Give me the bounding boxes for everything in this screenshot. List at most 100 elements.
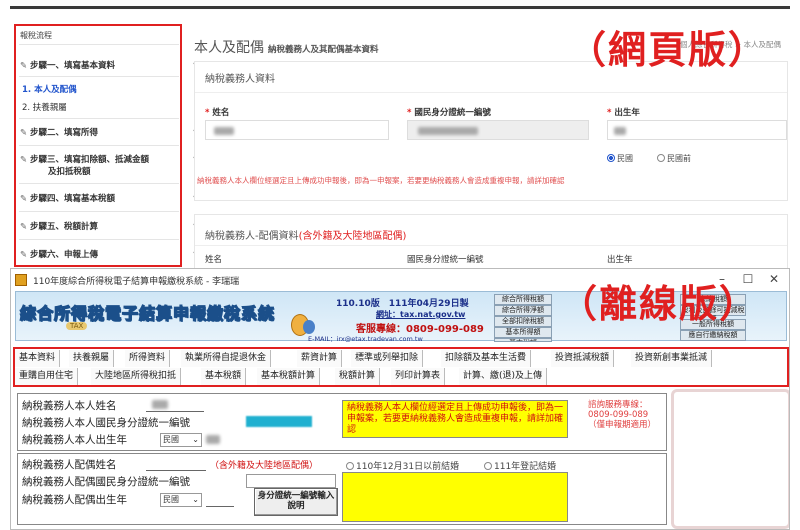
spouse-name-label: 納稅義務人配偶姓名 [22, 459, 117, 471]
name-input[interactable] [205, 120, 389, 140]
sidebar-item-label: 步驟六、申報上傳 [30, 250, 99, 260]
version-label: 110.10版 111年04月29日製 [336, 299, 469, 309]
marriage-after-radio[interactable]: 111年登記結婚 [484, 459, 556, 472]
era-roc-radio[interactable]: 民國 [607, 153, 633, 164]
wrench-icon: ✎ [20, 194, 28, 204]
redacted-value [614, 127, 626, 135]
warning-box: 納稅義務人本人欄位經選定且上傳成功申報後，即為一申報案，若要更納稅義務人會造成重… [342, 400, 568, 438]
wrench-icon: ✎ [20, 155, 28, 165]
tab-dependents[interactable]: 扶養親屬 [69, 350, 115, 367]
background-watermark [671, 389, 789, 529]
sidebar: 報稅流程 ✎步驟一、填寫基本資料‹ 1. 本人及配偶 2. 扶養親屬 ✎步驟二、… [14, 24, 196, 267]
email-label: E-MAIL：irx@etax.tradevan.com.tw [308, 335, 423, 343]
chevron-down-icon: ⌄ [192, 435, 199, 444]
redacted-value [152, 400, 168, 409]
id-input[interactable] [407, 120, 589, 140]
summary-button[interactable]: 綜合所得稅額 [494, 294, 552, 305]
divider [19, 183, 179, 184]
wrench-icon: ✎ [20, 250, 28, 260]
id-help-button[interactable]: 身分證統一編號輸入說明 [254, 488, 338, 516]
tab-startup-credit[interactable]: 投資新創事業抵減 [631, 350, 713, 367]
tab-housing[interactable]: 重購自用住宅 [15, 368, 79, 385]
sidebar-item-label: 步驟二、填寫所得 [30, 128, 99, 138]
tab-income[interactable]: 所得資料 [125, 350, 171, 367]
warning-text: 納稅義務人本人欄位經選定且上傳成功申報後，即為一申報案，若要更納稅義務人會造成重… [197, 176, 565, 185]
sidebar-item-label: 2. 扶養親屬 [22, 103, 67, 113]
radio-label: 民國 [617, 154, 633, 163]
page-title: 本人及配偶 納稅義務人及其配偶基本資料 [194, 37, 379, 57]
tab-mainland-credit[interactable]: 大陸地區所得稅扣抵 [91, 368, 182, 385]
summary-button[interactable]: 全部扣除稅額 [494, 316, 552, 327]
summary-button[interactable]: 應自行繳納稅額 [680, 330, 746, 341]
sidebar-item-self-spouse[interactable]: 1. 本人及配偶 [22, 83, 186, 95]
label-text: 姓名 [212, 108, 230, 118]
sidebar-title: 報稅流程 [20, 31, 52, 40]
tab-basic-living[interactable]: 扣除額及基本生活費 [441, 350, 532, 367]
sidebar-item-label: 1. 本人及配偶 [22, 85, 77, 95]
wrench-icon: ✎ [20, 128, 28, 138]
sidebar-item-step1[interactable]: ✎步驟一、填寫基本資料‹ [20, 59, 196, 71]
label-text: 國民身分證統一編號 [414, 108, 491, 118]
taxpayer-birth-label: 納稅義務人本人出生年 [22, 434, 127, 446]
service-number: 0809-099-089 [588, 410, 649, 420]
tab-pension[interactable]: 執業所得自提退休金 [181, 350, 272, 367]
era-pre-roc-radio[interactable]: 民國前 [657, 153, 691, 164]
summary-button[interactable]: 基本稅額 [494, 338, 552, 342]
sidebar-item-label: 步驟四、填寫基本稅額 [30, 194, 116, 204]
taxpayer-id-field[interactable] [246, 416, 312, 427]
tab-basic-tax[interactable]: 基本稅額 [201, 368, 247, 385]
chevron-down-icon: ⌄ [192, 495, 199, 504]
sidebar-item-step6[interactable]: ✎步驟六、申報上傳‹ [20, 248, 196, 260]
warning-text: 納稅義務人本人欄位經選定且上傳成功申報後，即為一申報案，若要更納稅義務人會造成重… [347, 403, 564, 435]
tab-bar: 基本資料 扶養親屬 所得資料 執業所得自提退休金 薪資計算 標準或列舉扣除 扣除… [13, 347, 789, 387]
taxpayer-id-label: 納稅義務人本人國民身分證統一編號 [22, 417, 190, 429]
redacted-value [418, 127, 478, 135]
sidebar-item-step5[interactable]: ✎步驟五、稅額計算‹ [20, 220, 196, 232]
tab-investment-credit[interactable]: 投資抵減稅額 [551, 350, 615, 367]
marriage-before-radio[interactable]: 110年12月31日以前結婚 [346, 459, 459, 472]
spouse-info-box [342, 472, 568, 522]
spouse-birth-col: 出生年 [607, 255, 633, 265]
divider [19, 44, 179, 45]
close-icon[interactable]: ✕ [761, 272, 787, 286]
spouse-name-col: 姓名 [205, 255, 223, 265]
tab-basic-tax-calc[interactable]: 基本稅額計算 [257, 368, 321, 385]
sidebar-item-step2[interactable]: ✎步驟二、填寫所得‹ [20, 126, 196, 138]
sidebar-item-label: 步驟五、稅額計算 [30, 222, 99, 232]
spouse-id-field[interactable] [246, 474, 336, 488]
radio-label: 民國前 [667, 154, 691, 163]
spouse-section: 納稅義務人配偶姓名 （含外籍及大陸地區配偶） 110年12月31日以前結婚 11… [17, 453, 667, 525]
spouse-birth-year-field[interactable] [206, 506, 234, 507]
tab-salary[interactable]: 薪資計算 [297, 350, 343, 367]
summary-button[interactable]: 基本所得額 [494, 327, 552, 338]
sidebar-item-step4[interactable]: ✎步驟四、填寫基本稅額‹ [20, 192, 196, 204]
birth-year-input[interactable] [607, 120, 787, 140]
sidebar-item-label: 及扣抵稅額 [48, 167, 91, 177]
spouse-name-field[interactable] [146, 470, 206, 471]
taxpayer-name-field[interactable] [146, 411, 204, 412]
tab-basic-info[interactable]: 基本資料 [15, 350, 61, 367]
tab-tax-calc[interactable]: 稅額計算 [335, 368, 381, 385]
taxpayer-era-select[interactable]: 民國 ⌄ [160, 433, 202, 447]
sidebar-item-dependents[interactable]: 2. 扶養親屬 [22, 101, 186, 113]
radio-dot [484, 462, 492, 470]
spouse-era-select[interactable]: 民國 ⌄ [160, 493, 202, 507]
service-note: （僅申報期適用） [588, 420, 657, 430]
website-link[interactable]: 網址：tax.nat.gov.tw [376, 309, 465, 320]
tab-print[interactable]: 列印計算表 [391, 368, 446, 385]
taxpayer-name-label: 納稅義務人本人姓名 [22, 400, 117, 412]
tab-calc-upload[interactable]: 計算、繳(退)及上傳 [459, 368, 548, 385]
sidebar-item-step3-cont: 及扣抵稅額 [48, 165, 212, 177]
redacted-value [214, 127, 234, 135]
divider [19, 145, 179, 146]
spouse-birth-label: 納稅義務人配偶出生年 [22, 494, 127, 506]
radio-dot [346, 462, 354, 470]
spouse-card: 納稅義務人-配偶資料(含外籍及大陸地區配偶) 姓名 國民身分證統一編號 出生年 [194, 214, 788, 268]
sidebar-item-step3[interactable]: ✎步驟三、填寫扣除額、抵減金額‹ [20, 153, 196, 165]
spouse-id-label: 納稅義務人配偶國民身分證統一編號 [22, 476, 190, 488]
tab-deduction[interactable]: 標準或列舉扣除 [351, 350, 424, 367]
divider [195, 92, 787, 93]
redacted-value [206, 435, 220, 444]
radio-dot [607, 154, 615, 162]
summary-button[interactable]: 綜合所得淨額 [494, 305, 552, 316]
